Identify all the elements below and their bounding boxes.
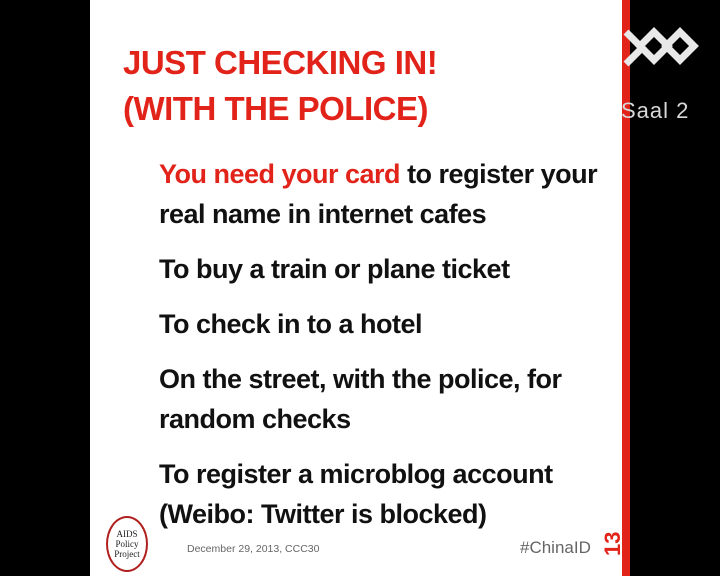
footer-date: December 29, 2013, CCC30: [187, 543, 320, 555]
aids-policy-project-logo: AIDS Policy Project: [106, 516, 148, 572]
presentation-slide: JUST CHECKING IN! (WITH THE POLICE) You …: [90, 0, 622, 576]
bullet-item: You need your card to register your real…: [159, 154, 609, 234]
slide-title-line-1: JUST CHECKING IN!: [123, 44, 438, 81]
bullet-highlight: You need your card: [159, 159, 401, 189]
logo-line: AIDS: [116, 529, 138, 539]
slide-page-number: 13: [600, 531, 622, 556]
logo-line: Policy: [115, 539, 139, 549]
footer-hashtag: #ChinaID: [520, 538, 591, 557]
bullet-item: To register a microblog account (Weibo: …: [159, 459, 553, 529]
room-label: Saal 2: [621, 98, 690, 123]
bullet-item: To buy a train or plane ticket: [159, 254, 510, 284]
conference-logo-icon: [623, 27, 699, 67]
bullet-item: On the street, with the police, for rand…: [159, 364, 562, 434]
slide-title-line-2: (WITH THE POLICE): [123, 90, 428, 127]
logo-line: Project: [114, 549, 140, 559]
slide-title: JUST CHECKING IN! (WITH THE POLICE): [123, 40, 593, 132]
bullet-item: To check in to a hotel: [159, 309, 423, 339]
bullet-list: You need your card to register your real…: [159, 154, 609, 546]
